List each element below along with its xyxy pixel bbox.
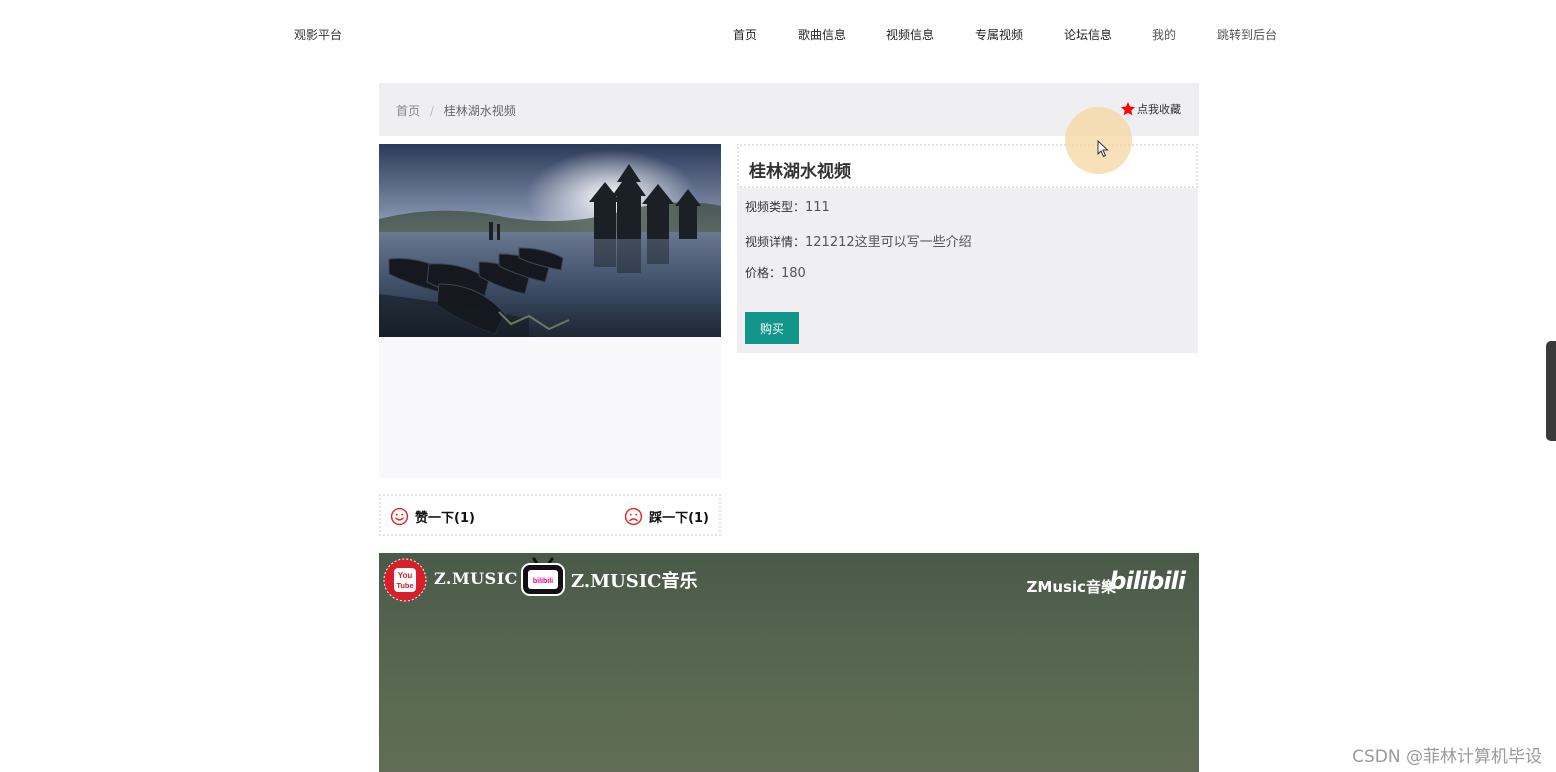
video-thumbnail[interactable] (379, 144, 721, 337)
breadcrumb-separator: / (429, 104, 434, 118)
buy-button[interactable]: 购买 (745, 312, 799, 344)
price-row: 价格：180 (745, 264, 806, 281)
favorite-label: 点我收藏 (1137, 103, 1181, 116)
vote-box: 赞一下(1) 踩一下(1) (379, 494, 721, 536)
mouse-cursor-icon (1097, 140, 1109, 158)
side-scroll-handle[interactable] (1546, 341, 1556, 441)
brand-zmusic: Z.MUSIC (434, 569, 518, 588)
svg-text:bilibili: bilibili (533, 578, 553, 585)
breadcrumb-current: 桂林湖水视频 (443, 104, 516, 118)
brand-zmusic-traditional: ZMusic音樂 (1026, 578, 1116, 596)
video-type-value: 111 (805, 200, 830, 215)
brand-bilibili: bilibili (1109, 567, 1186, 595)
nav-songs[interactable]: 歌曲信息 (798, 26, 846, 43)
nav-admin[interactable]: 跳转到后台 (1217, 26, 1277, 43)
like-button[interactable]: 赞一下(1) (390, 507, 475, 526)
breadcrumb-home[interactable]: 首页 (396, 104, 420, 118)
top-nav: 首页 歌曲信息 视频信息 专属视频 论坛信息 我的 跳转到后台 (0, 26, 1556, 44)
price-label: 价格： (745, 266, 782, 280)
page: 观影平台 首页 歌曲信息 视频信息 专属视频 论坛信息 我的 跳转到后台 首页 … (0, 0, 1556, 772)
lake-landscape-image (379, 144, 721, 337)
video-type-row: 视频类型：111 (745, 198, 830, 215)
watermark: CSDN @菲林计算机毕设 (1352, 747, 1542, 767)
youtube-logo-icon: You Tube (383, 558, 427, 602)
nav-exclusive-videos[interactable]: 专属视频 (975, 26, 1023, 43)
dislike-label: 踩一下(1) (649, 511, 709, 526)
video-type-label: 视频类型： (745, 200, 806, 214)
thumbnail-placeholder (379, 337, 721, 478)
dislike-button[interactable]: 踩一下(1) (624, 507, 709, 526)
frown-icon (624, 507, 643, 526)
bilibili-tv-logo-icon: bilibili (521, 557, 565, 596)
video-player[interactable]: You Tube Z.MUSIC bilibili Z.MUSIC音乐 ZMus… (379, 553, 1199, 772)
video-detail-label: 视频详情： (745, 235, 806, 249)
favorite-button[interactable]: 点我收藏 (1120, 101, 1181, 117)
nav-videos[interactable]: 视频信息 (886, 26, 934, 43)
nav-mine[interactable]: 我的 (1152, 26, 1176, 43)
smile-icon (390, 507, 409, 526)
like-label: 赞一下(1) (415, 511, 475, 526)
breadcrumb: 首页 / 桂林湖水视频 (396, 102, 516, 119)
brand-zmusic-cn: Z.MUSIC音乐 (571, 571, 698, 592)
nav-home[interactable]: 首页 (733, 26, 757, 43)
video-detail-row: 视频详情：121212这里可以写一些介绍 (745, 231, 972, 250)
svg-text:You: You (398, 571, 413, 580)
video-detail-value: 121212这里可以写一些介绍 (805, 235, 972, 250)
svg-text:Tube: Tube (396, 581, 413, 590)
star-icon (1121, 102, 1135, 116)
detail-body: 视频类型：111 视频详情：121212这里可以写一些介绍 价格：180 购买 (737, 188, 1198, 353)
video-title: 桂林湖水视频 (749, 162, 851, 182)
nav-forum[interactable]: 论坛信息 (1064, 26, 1112, 43)
price-value: 180 (781, 266, 806, 281)
